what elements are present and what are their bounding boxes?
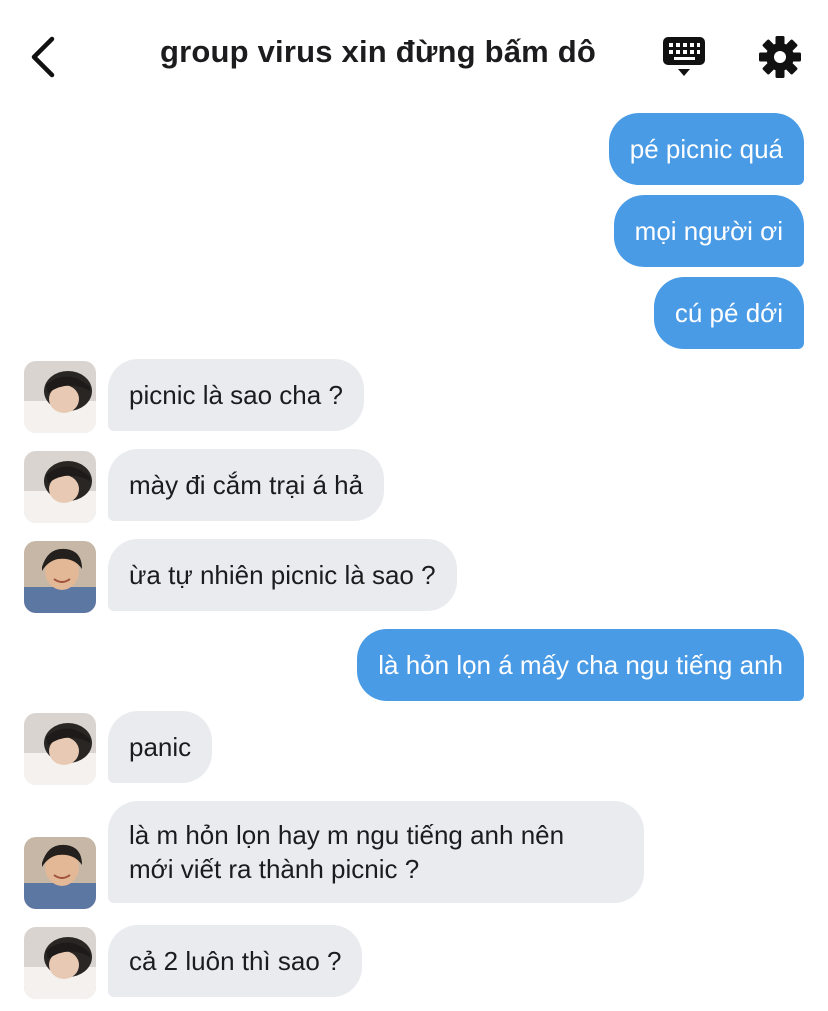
incoming-message-bubble[interactable]: ừa tự nhiên picnic là sao ? [108,539,457,611]
chevron-left-icon [31,36,55,78]
avatar-a-image [24,361,96,433]
message-line: mới viết ra thành picnic ? [129,854,420,884]
avatar[interactable] [24,361,96,433]
keyboard-icon [663,37,705,76]
settings-button[interactable] [756,33,804,81]
incoming-message-bubble[interactable]: cả 2 luôn thì sao ? [108,925,363,997]
chat-header: group virus xin đừng bấm dô [0,0,828,112]
incoming-message-bubble[interactable]: mày đi cắm trại á hả [108,449,385,521]
message-line: là m hỏn lọn hay m ngu tiếng anh nên [129,820,565,850]
gear-icon [759,36,801,78]
outgoing-message-bubble[interactable]: mọi người ơi [613,195,804,267]
avatar-b-image [24,541,96,613]
incoming-message-bubble[interactable]: panic [108,711,213,783]
avatar-a-image [24,713,96,785]
back-button[interactable] [22,30,66,82]
incoming-message-bubble[interactable]: picnic là sao cha ? [108,359,364,431]
chat-title: group virus xin đừng bấm dô [159,34,597,69]
avatar[interactable] [24,451,96,523]
avatar-a-image [24,927,96,999]
avatar-b-image [24,837,96,909]
avatar-a-image [24,451,96,523]
avatar[interactable] [24,541,96,613]
keyboard-button[interactable] [660,34,710,80]
avatar[interactable] [24,837,96,909]
outgoing-message-bubble[interactable]: cú pé dới [653,277,804,349]
outgoing-message-bubble[interactable]: là hỏn lọn á mấy cha ngu tiếng anh [357,629,804,701]
avatar[interactable] [24,927,96,999]
outgoing-message-bubble[interactable]: pé picnic quá [608,113,804,185]
incoming-message-bubble[interactable]: là m hỏn lọn hay m ngu tiếng anh nên mới… [108,801,644,903]
avatar[interactable] [24,713,96,785]
